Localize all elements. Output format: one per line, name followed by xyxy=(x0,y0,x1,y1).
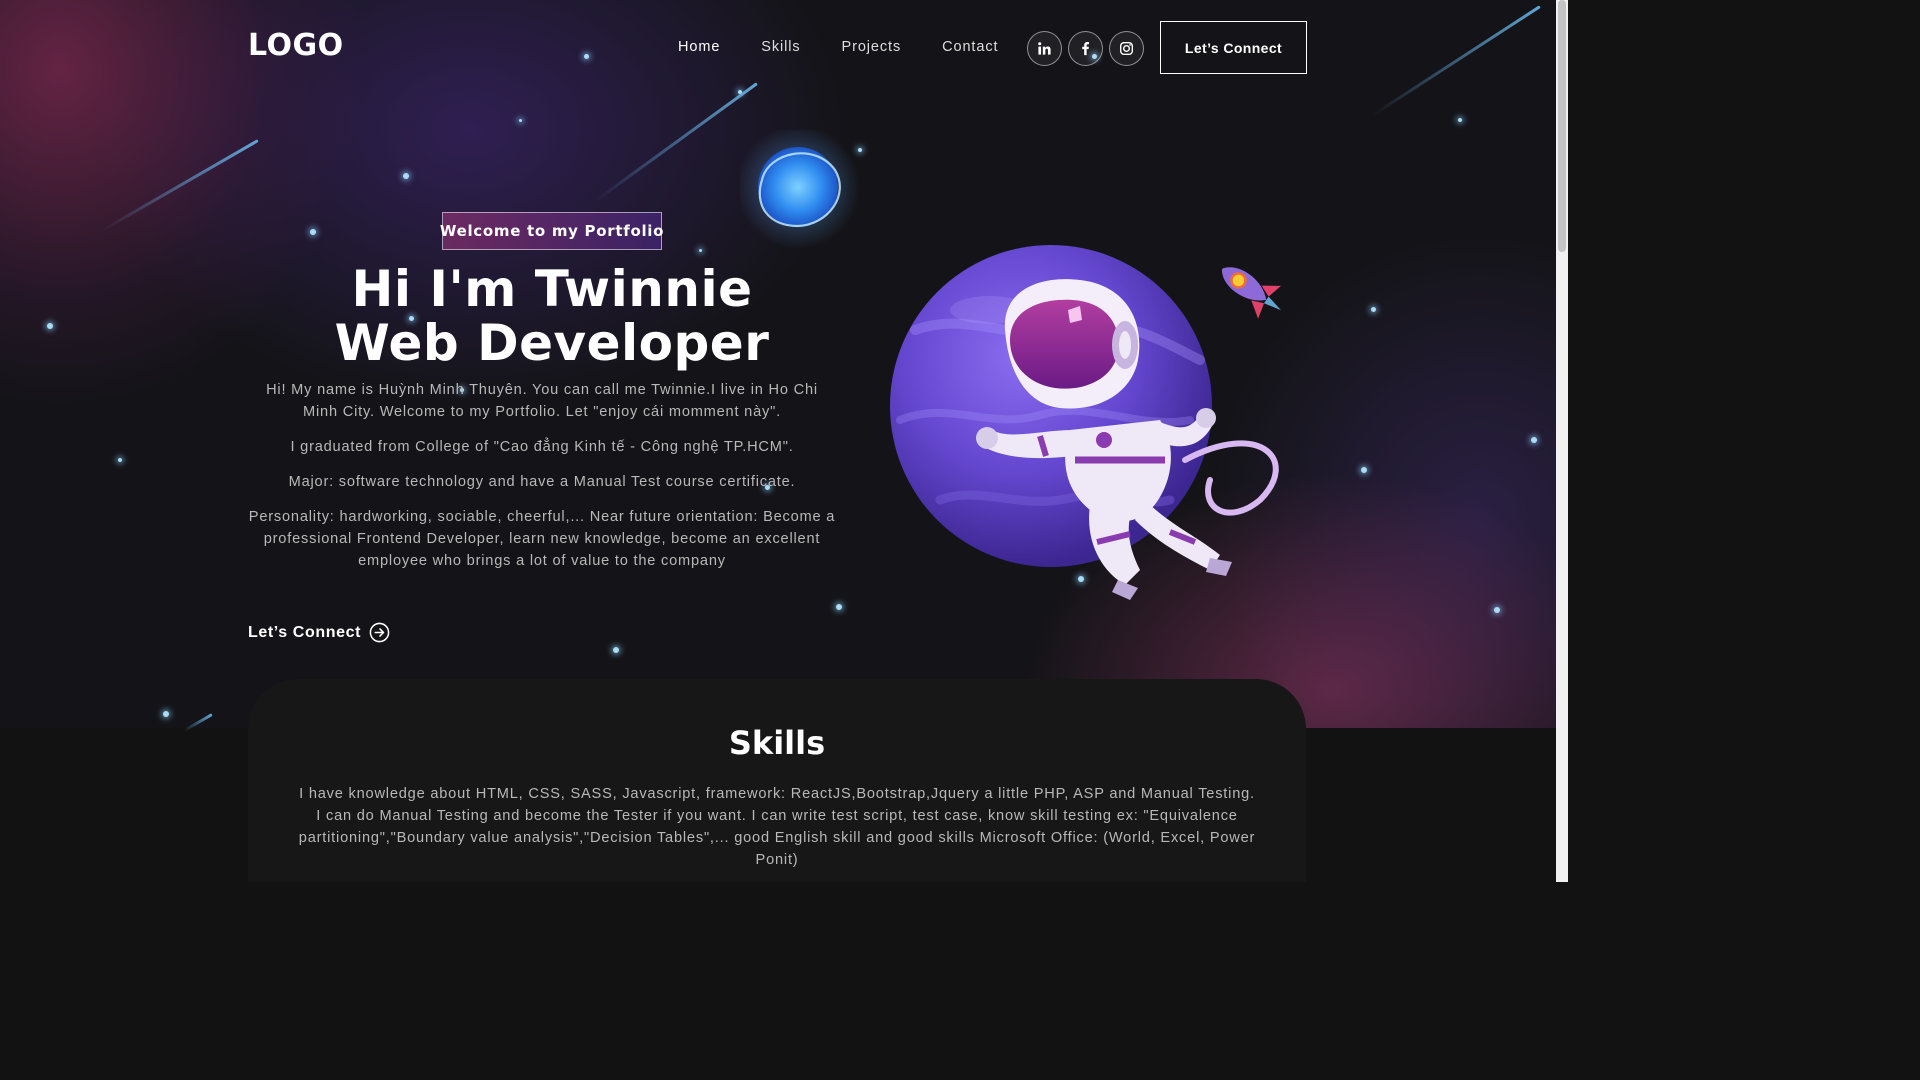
glowing-moon xyxy=(740,130,860,249)
nav-link-skills[interactable]: Skills xyxy=(761,39,800,55)
arrow-circle-right-icon xyxy=(369,622,390,643)
nav-link-home[interactable]: Home xyxy=(678,39,720,55)
skills-title: Skills xyxy=(728,724,826,762)
welcome-tagline: Welcome to my Portfolio xyxy=(440,212,663,250)
linkedin-icon xyxy=(1038,42,1051,55)
facebook-icon xyxy=(1082,41,1089,56)
astronaut-planet-illustration xyxy=(740,130,1282,600)
hero-connect-link[interactable]: Let’s Connect xyxy=(248,622,390,643)
logo[interactable]: LOGO xyxy=(248,28,344,63)
navbar: LOGO Home Skills Projects Contact Let’s … xyxy=(248,21,1308,75)
instagram-icon xyxy=(1119,41,1134,56)
page-scrollbar[interactable] xyxy=(1556,0,1568,882)
rocket xyxy=(1222,267,1282,319)
portfolio-page: LOGO Home Skills Projects Contact Let’s … xyxy=(0,0,1556,882)
nav-link-contact[interactable]: Contact xyxy=(942,39,998,55)
instagram-button[interactable] xyxy=(1109,31,1144,66)
lets-connect-button[interactable]: Let’s Connect xyxy=(1160,21,1307,74)
social-icons xyxy=(1027,31,1150,66)
scrollbar-thumb[interactable] xyxy=(1558,0,1566,252)
nav-links: Home Skills Projects Contact xyxy=(678,39,1039,55)
skills-description: I have knowledge about HTML, CSS, SASS, … xyxy=(298,786,1256,868)
skills-section: Skills I have knowledge about HTML, CSS,… xyxy=(248,679,1306,882)
facebook-button[interactable] xyxy=(1068,31,1103,66)
nav-link-projects[interactable]: Projects xyxy=(842,39,902,55)
linkedin-button[interactable] xyxy=(1027,31,1062,66)
hero-connect-label: Let’s Connect xyxy=(248,623,361,641)
